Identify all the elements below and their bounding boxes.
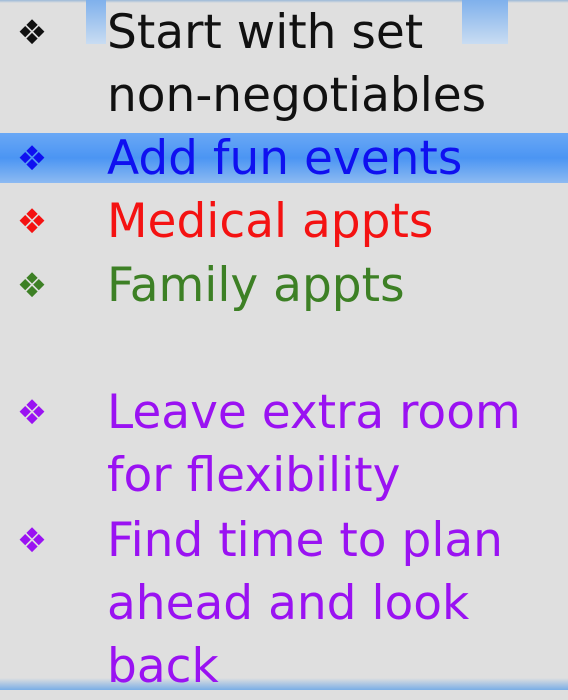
bullet-text-line: back	[107, 639, 219, 694]
bullet-item-find-time-to-plan[interactable]: ❖ Find time to plan ahead and look back	[0, 508, 568, 694]
diamond-bullet-icon: ❖	[16, 13, 48, 53]
diamond-bullet-icon: ❖	[16, 521, 48, 561]
bullet-text-line: Family appts	[107, 258, 405, 313]
bullet-text-line: Leave extra room	[107, 385, 521, 440]
diamond-bullet-icon: ❖	[16, 266, 48, 306]
diamond-bullet-icon: ❖	[16, 202, 48, 242]
diamond-bullet-icon: ❖	[16, 393, 48, 433]
bullet-text-line: Medical appts	[107, 194, 434, 249]
bullet-item-medical-appts[interactable]: ❖ Medical appts	[0, 189, 568, 255]
bullet-text-line: non-negotiables	[107, 68, 487, 123]
bullet-item-add-fun-events[interactable]: ❖ Add fun events	[0, 126, 568, 192]
bullet-text-line: Add fun events	[107, 131, 463, 186]
slide-canvas: { "bullets": [ {"marker": "❖", "lines": …	[0, 0, 568, 694]
bullet-text-line: for flexibility	[107, 448, 401, 503]
bullet-item-family-appts[interactable]: ❖ Family appts	[0, 253, 568, 319]
bullet-text-line: Start with set	[107, 5, 424, 60]
bullet-item-start-with-set[interactable]: ❖ Start with set non-negotiables	[0, 0, 568, 130]
diamond-bullet-icon: ❖	[16, 139, 48, 179]
bullet-text-line: Find time to plan	[107, 513, 503, 568]
bullet-item-leave-extra-room[interactable]: ❖ Leave extra room for flexibility	[0, 380, 568, 510]
bullet-text-line: ahead and look	[107, 576, 470, 631]
